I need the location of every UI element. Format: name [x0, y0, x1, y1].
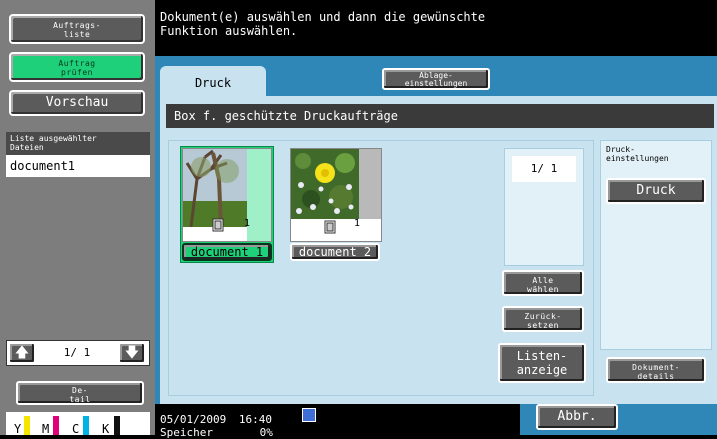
- toner-bar-y: [24, 416, 30, 435]
- preview-button[interactable]: Vorschau: [9, 90, 145, 116]
- instruction-message: Dokument(e) auswählen und dann die gewün…: [160, 10, 486, 38]
- page-indicator: 1/ 1: [512, 156, 576, 182]
- network-status-icon: [302, 408, 316, 422]
- list-view-button[interactable]: Listen- anzeige: [498, 343, 586, 383]
- toner-label-c: C: [72, 422, 80, 436]
- reset-button[interactable]: Zurück- setzen: [502, 306, 584, 332]
- document-copy-count: 1: [244, 218, 251, 229]
- document-name[interactable]: document 2: [290, 243, 380, 261]
- file-list-page-counter: 1/ 1: [63, 346, 91, 359]
- selected-file-item[interactable]: document1: [6, 155, 150, 177]
- document-copy-count: 1: [354, 218, 361, 229]
- selected-files-header: Liste ausgewählter Dateien: [6, 132, 150, 155]
- status-memory: Speicher 0%: [160, 427, 273, 439]
- toner-bar-c: [83, 416, 89, 435]
- flower-photo-image: [291, 149, 381, 241]
- page-up-button[interactable]: 🡅: [8, 342, 36, 364]
- detail-button[interactable]: De- tail: [16, 381, 144, 405]
- arrow-up-icon: 🡅: [14, 345, 30, 361]
- document-name[interactable]: document 1: [182, 243, 272, 261]
- toner-bar-k: [114, 416, 120, 435]
- status-date: 05/01/2009: [160, 413, 227, 426]
- select-all-button[interactable]: Alle wählen: [502, 270, 584, 296]
- memory-label: Speicher: [160, 426, 213, 439]
- box-title: Box f. geschützte Druckaufträge: [166, 104, 714, 128]
- toner-label-k: K: [102, 422, 110, 436]
- document-thumbnail[interactable]: [182, 148, 272, 242]
- job-list-button[interactable]: Auftrags- liste: [9, 14, 145, 44]
- selected-file-name: document1: [10, 159, 76, 173]
- document-details-button[interactable]: Dokument- details: [606, 357, 706, 383]
- print-settings-header: Druck- einstellungen: [606, 145, 669, 163]
- tree-photo-image: [183, 149, 271, 241]
- toner-label-m: M: [42, 422, 50, 436]
- toner-label-y: Y: [14, 422, 22, 436]
- check-job-button[interactable]: Auftrag prüfen: [9, 52, 145, 82]
- cancel-button[interactable]: Abbr.: [536, 404, 618, 430]
- toner-level-indicator: Y M C K: [6, 412, 150, 436]
- status-time: 16:40: [238, 413, 272, 426]
- print-settings-panel: [600, 140, 712, 350]
- page-down-button[interactable]: 🡇: [118, 342, 146, 364]
- print-button[interactable]: Druck: [606, 178, 706, 204]
- arrow-down-icon: 🡇: [124, 345, 140, 361]
- status-datetime: 05/01/2009 16:40: [160, 414, 272, 426]
- left-sidebar: Auftrags- liste Auftrag prüfen Vorschau …: [0, 0, 155, 436]
- document-thumbnail[interactable]: [290, 148, 382, 242]
- tab-storage-settings[interactable]: Ablage- einstellungen: [382, 68, 490, 90]
- toner-bar-m: [53, 416, 59, 435]
- memory-value: 0%: [259, 426, 273, 439]
